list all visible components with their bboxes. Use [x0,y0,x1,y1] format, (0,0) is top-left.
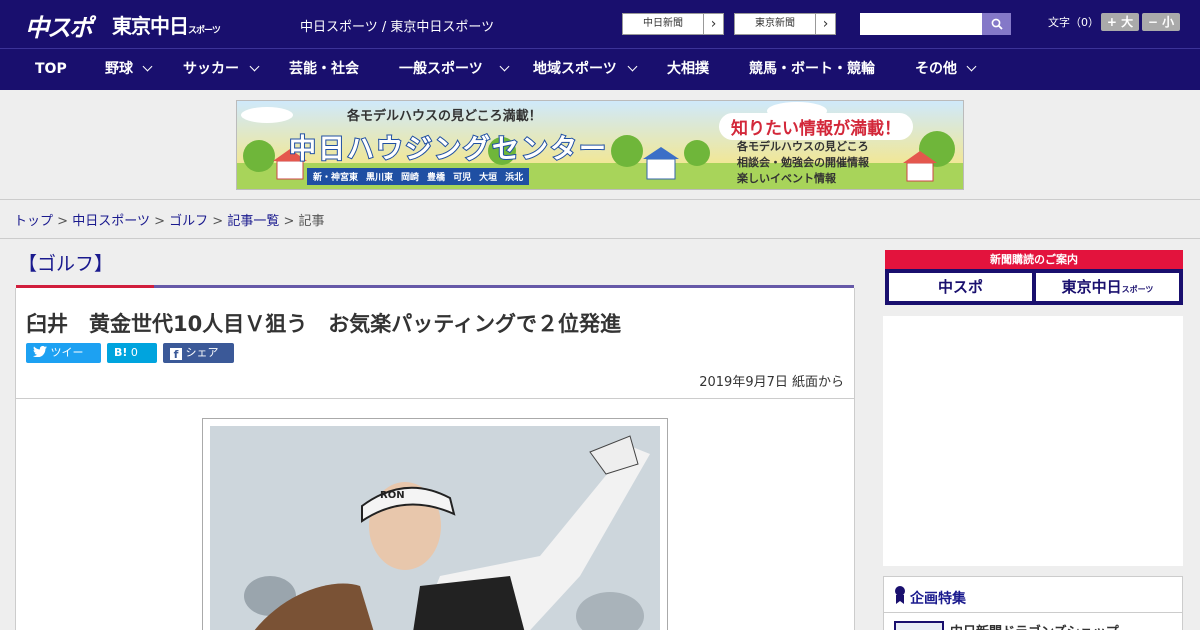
breadcrumb-separator: > [154,214,165,229]
banner-title: 中日ハウジングセンター [288,133,608,166]
chuspo-logo[interactable]: 中スポ [25,8,93,43]
tokyo-logo-small: スポーツ [188,26,221,36]
breadcrumb-separator: > [212,214,224,229]
divider [16,398,854,399]
breadcrumb-top[interactable]: トップ [14,214,53,229]
article-photo[interactable]: RON [202,418,668,630]
facebook-share-count: 0 [170,366,177,379]
subscribe-tokyo-chunichi-button[interactable]: 東京中日スポーツ [1036,273,1179,301]
nav-sumo[interactable]: 大相撲 [667,49,709,89]
breadcrumb-separator: > [57,214,69,229]
chevron-right-icon: › [815,14,835,34]
sidebar-ad-slot[interactable] [883,316,1183,566]
subscribe-chuspo-button[interactable]: 中スポ [889,273,1032,301]
font-smaller-button[interactable]: − 小 [1142,13,1180,31]
banner-right-title: 知りたい情報が満載！ [719,113,913,140]
hatena-icon: B! [114,346,128,359]
chunichi-shimbun-link[interactable]: 中日新聞 › [622,13,724,35]
kikaku-item-dragons-shop[interactable]: 中日新聞ドラゴンズショップ [950,621,1119,630]
town-label: 大垣 [479,173,498,183]
site-name: 中日スポーツ / 東京中日スポーツ [300,20,495,35]
golfer-illustration [210,426,660,630]
tokyo-logo-text: 東京中日 [112,14,189,38]
chevron-down-icon[interactable] [966,61,977,72]
nav-entertainment[interactable]: 芸能・社会 [289,49,359,89]
category-heading: 【ゴルフ】 [18,253,114,275]
banner-feature: 各モデルハウスの見どころ [737,140,869,153]
nav-racing[interactable]: 競馬・ボート・競輪 [749,49,875,89]
search-button[interactable] [982,13,1011,35]
search-icon [991,18,1003,30]
town-label: 豊橋 [427,173,446,183]
breadcrumb-separator: > [283,214,295,229]
nav-soccer[interactable]: サッカー [183,49,239,89]
facebook-icon: f [170,348,182,361]
chevron-down-icon[interactable] [142,61,153,72]
hatena-bookmark-button[interactable]: B! 0 [107,343,157,363]
banner-feature: 楽しいイベント情報 [737,172,836,185]
banner-right-list: 各モデルハウスの見どころ 相談会・勉強会の開催情報 楽しいイベント情報 [737,139,869,187]
breadcrumb-golf[interactable]: ゴルフ [169,214,208,229]
subscribe-tokyo-small: スポーツ [1121,285,1154,294]
hatena-count: 0 [130,346,138,359]
ribbon-badge-icon [895,586,905,604]
town-label: 新・神宮東 [313,173,359,183]
town-label: 黒川東 [366,173,394,183]
tokyo-shimbun-label: 東京新聞 [755,18,795,29]
kikaku-header: 企画特集 [884,577,1182,613]
twitter-icon [33,345,47,358]
divider [0,199,1200,200]
chevron-down-icon[interactable] [499,61,510,72]
town-label: 浜北 [505,173,524,183]
nav-baseball[interactable]: 野球 [105,49,133,89]
breadcrumb-current: 記事 [298,214,325,229]
visor-brand-text: RON [380,490,405,501]
subscribe-tokyo-label: 東京中日 [1061,278,1122,296]
category-underline [16,285,854,288]
dragons-shop-thumbnail[interactable] [894,621,944,630]
town-label: 岡崎 [401,173,420,183]
breadcrumb-article-list[interactable]: 記事一覧 [227,214,279,229]
font-size-label: 文字（0） [1048,16,1099,29]
banner-tagline: 各モデルハウスの見どころ満載！ [347,109,542,124]
chevron-right-icon: › [703,14,723,34]
kikaku-feature-box: 企画特集 中日新聞ドラゴンズショップ [883,576,1183,630]
nav-other[interactable]: その他 [915,49,957,89]
town-label: 可児 [453,173,472,183]
nav-local-sports[interactable]: 地域スポーツ [533,49,617,89]
subscription-box: 新聞購読のご案内 中スポ 東京中日スポーツ [885,250,1183,305]
banner-towns: 新・神宮東 黒川東 岡崎 豊橋 可児 大垣 浜北 [307,168,530,185]
category-underline-accent [16,285,154,288]
facebook-share-label: シェア [185,346,219,359]
kikaku-title: 企画特集 [910,591,966,607]
divider [0,238,1200,239]
golfer-photo: RON [210,426,660,630]
banner-feature: 相談会・勉強会の開催情報 [737,156,869,169]
chevron-down-icon[interactable] [249,61,260,72]
nav-general-sports[interactable]: 一般スポーツ [399,49,483,89]
nav-top[interactable]: TOP [35,49,67,89]
chunichi-shimbun-label: 中日新聞 [643,18,683,29]
breadcrumb-chunichi-sports[interactable]: 中日スポーツ [72,214,150,229]
header-bar: 中スポ 東京中日スポーツ 中日スポーツ / 東京中日スポーツ 中日新聞 › 東京新… [0,0,1200,48]
breadcrumb: トップ > 中日スポーツ > ゴルフ > 記事一覧 > 記事 [14,210,325,229]
facebook-share-button[interactable]: f シェア 0 [163,343,234,379]
article-date: 2019年9月7日 紙面から [699,375,844,390]
font-larger-button[interactable]: + 大 [1101,13,1139,31]
housing-center-ad-banner[interactable]: 各モデルハウスの見どころ満載！ 中日ハウジングセンター 新・神宮東 黒川東 岡崎… [236,100,964,190]
article-title: 臼井 黄金世代10人目Ｖ狙う お気楽パッティングで２位発進 [26,312,621,336]
main-nav: TOP 野球 サッカー 芸能・社会 一般スポーツ 地域スポーツ 大相撲 競馬・ボ… [0,48,1200,90]
tokyo-chunichi-logo[interactable]: 東京中日スポーツ [112,10,221,39]
tokyo-shimbun-link[interactable]: 東京新聞 › [734,13,836,35]
tweet-button[interactable]: ツイート [26,343,101,379]
chevron-down-icon[interactable] [627,61,638,72]
search-input[interactable] [860,13,982,35]
subscription-header: 新聞購読のご案内 [885,250,1183,269]
